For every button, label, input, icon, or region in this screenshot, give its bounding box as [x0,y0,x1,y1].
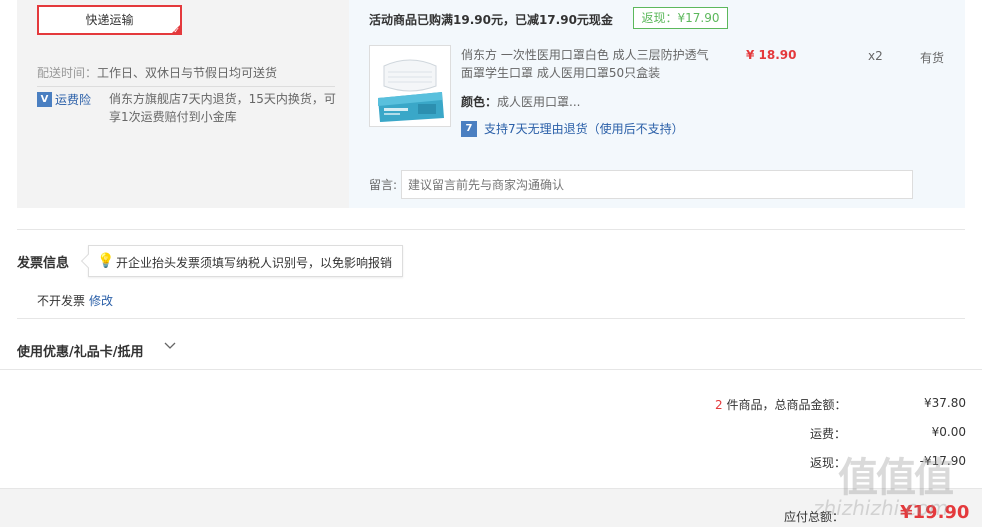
shipping-fee-label: 运费： [810,427,847,441]
goods-total-label: 2 件商品，总商品金额： [715,396,846,413]
insurance-description: 俏东方旗舰店7天内退货，15天内换货，可享1次运费赔付到小金库 [109,92,336,124]
insurance-icon: V [37,92,52,107]
divider [17,318,965,319]
stock-status: 有货 [920,51,945,65]
rebate-badge: 返现：¥17.90 [633,7,728,29]
return-policy-link[interactable]: 支持7天无理由退货（使用后不支持） [484,120,684,137]
goods-total-value: ¥37.80 [924,396,966,410]
color-label: 颜色： [461,95,498,109]
lightbulb-icon: 💡 [97,253,115,269]
watermark-url: zhizhizhi.com [813,496,949,520]
invoice-status: 不开发票 [37,294,86,308]
divider [0,369,982,370]
invoice-tooltip: 💡 开企业抬头发票须填写纳税人识别号，以免影响报销 [80,245,403,277]
delivery-time-value: 工作日、双休日与节假日均可送货 [97,66,278,80]
product-color: 颜色：成人医用口罩... [461,93,580,110]
tooltip-arrow [80,253,96,269]
item-count-label: 件商品，总商品金额： [726,398,847,412]
invoice-tip-text: 开企业抬头发票须填写纳税人识别号，以免影响报销 [116,256,393,270]
product-price: ¥ 18.90 [746,48,797,62]
coupon-toggle[interactable]: 使用优惠/礼品卡/抵用 [17,341,144,360]
remark-label: 留言: [369,178,398,192]
express-shipping-button[interactable]: 快递运输 ✓ [37,5,182,35]
invoice-title: 发票信息 [17,256,70,271]
check-icon: ✓ [173,26,180,35]
divider [37,86,335,87]
delivery-time: 配送时间：工作日、双休日与节假日均可送货 [37,64,277,81]
express-shipping-label: 快递运输 [85,13,134,27]
divider [17,229,965,230]
mask-product-image [370,46,450,126]
shipping-fee-value: ¥0.00 [931,425,966,439]
remark-input[interactable] [401,170,913,199]
color-value: 成人医用口罩... [497,95,581,109]
product-quantity: x2 [868,49,883,63]
item-count: 2 [715,398,723,412]
return-policy-icon: 7 [461,121,477,137]
product-thumbnail[interactable] [369,45,451,127]
chevron-down-icon[interactable] [163,338,177,356]
invoice-edit-link[interactable]: 修改 [89,292,113,309]
delivery-time-prefix: 配送时间： [37,66,98,80]
promo-text: 活动商品已购满19.90元，已减17.90元现金 [369,13,613,27]
product-name-link[interactable]: 俏东方 一次性医用口罩白色 成人三层防护透气面罩学生口罩 成人医用口罩50只盒装 [461,46,711,82]
watermark-logo: 值值值 [838,455,954,501]
insurance-link[interactable]: 运费险 [55,91,91,108]
